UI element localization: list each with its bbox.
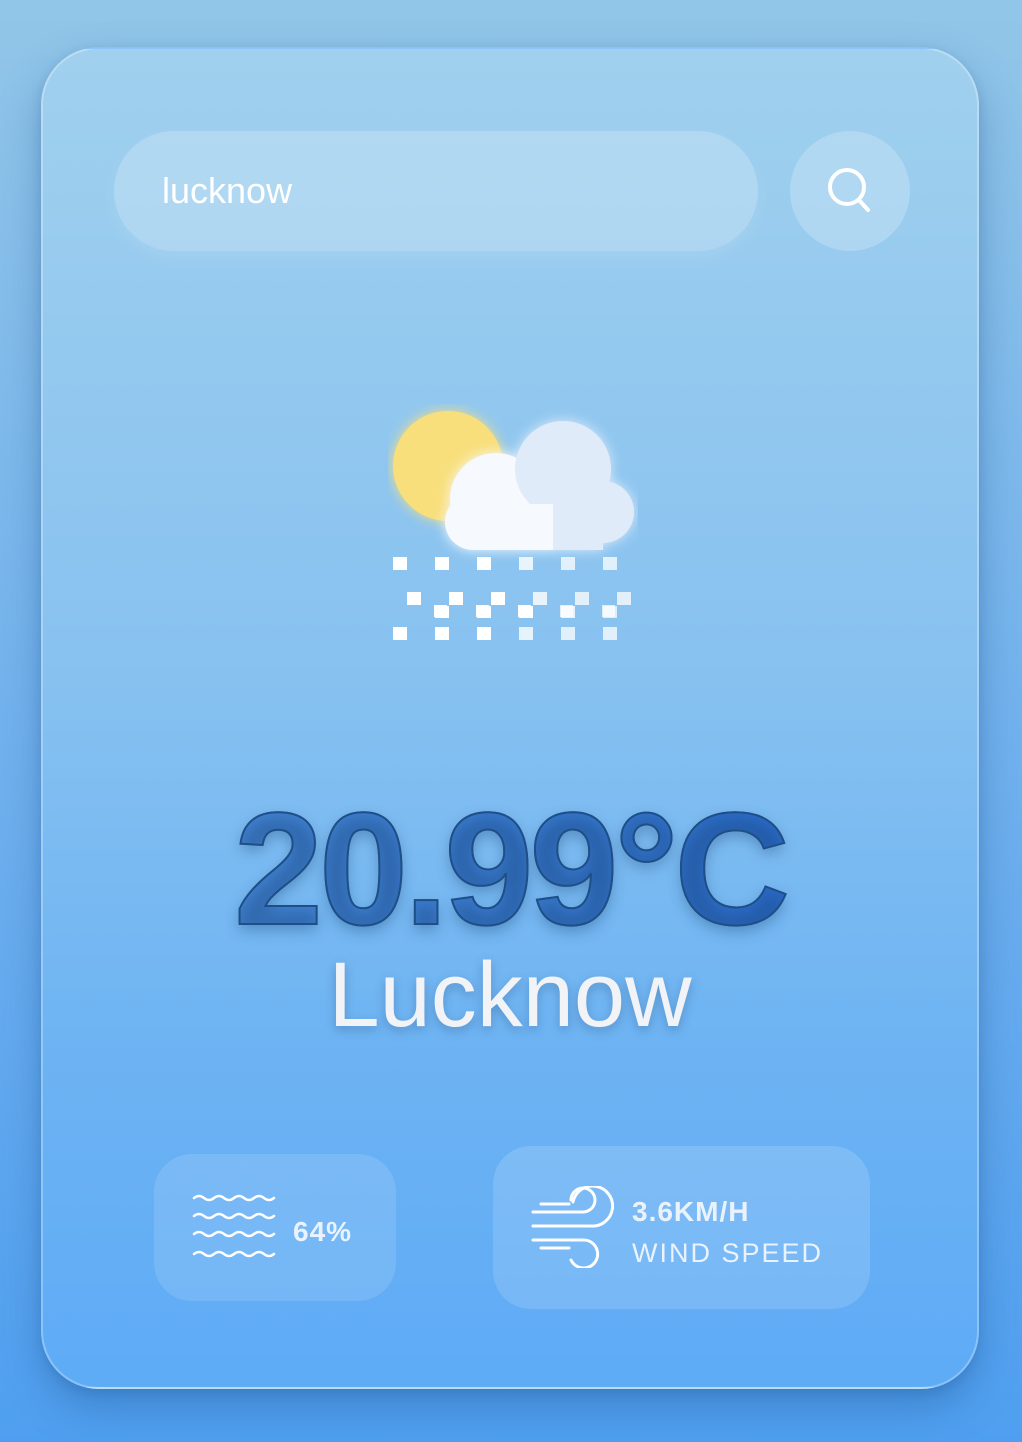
humidity-value: 64% — [293, 1216, 353, 1247]
wind-icon — [531, 1186, 615, 1268]
humidity-card: 64% — [154, 1154, 396, 1301]
search-icon — [828, 168, 870, 212]
temperature: 20.99°C — [43, 788, 977, 950]
weather-card: 20.99°C Lucknow 64% 3.6 — [41, 47, 979, 1389]
snow-dots-icon — [393, 557, 631, 640]
wind-card: 3.6KM/H WIND SPEED — [493, 1146, 870, 1309]
humidity-waves-icon — [192, 1194, 276, 1258]
search-button[interactable] — [790, 131, 910, 251]
search-field[interactable] — [114, 131, 758, 251]
wind-speed-label: WIND SPEED — [632, 1238, 824, 1268]
search-input[interactable] — [162, 131, 722, 251]
city-name: Lucknow — [328, 944, 692, 1046]
wind-speed-value: 3.6KM/H — [632, 1196, 750, 1227]
